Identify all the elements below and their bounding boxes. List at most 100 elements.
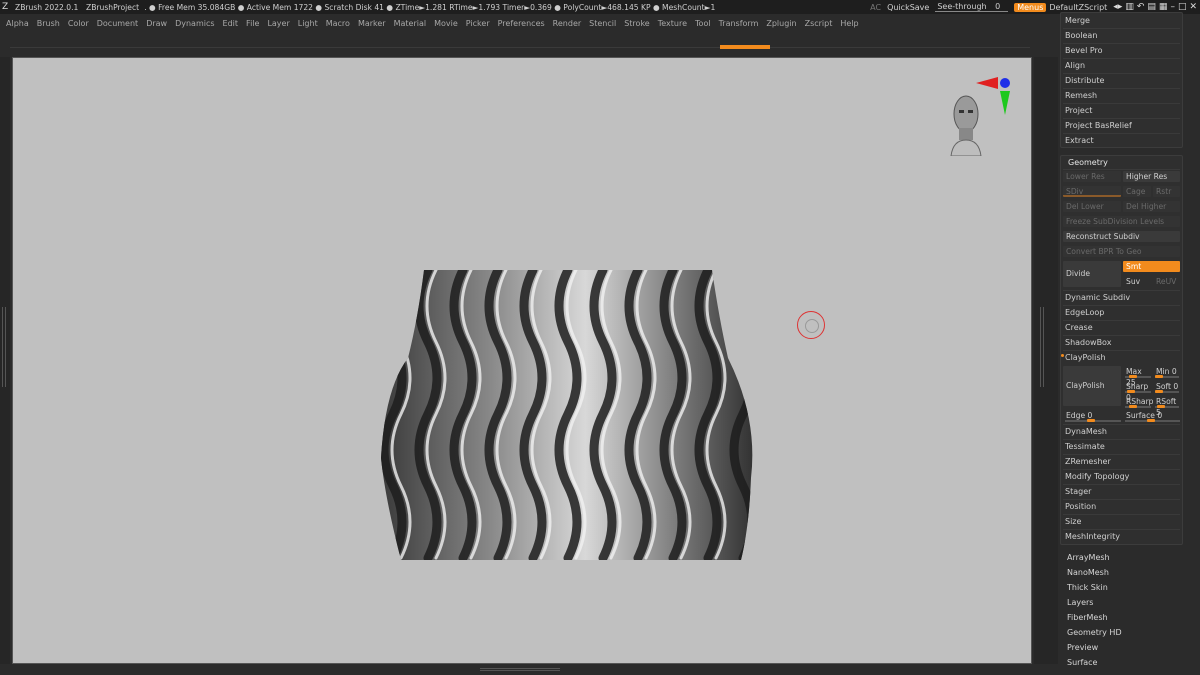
extract-button[interactable]: Extract: [1065, 136, 1094, 145]
menus-toggle[interactable]: Menus: [1014, 2, 1047, 12]
reuv-toggle[interactable]: ReUV: [1153, 276, 1180, 287]
see-through-slider[interactable]: See-through 0: [935, 2, 1009, 12]
menu-document[interactable]: Document: [97, 19, 138, 28]
menu-color[interactable]: Color: [68, 19, 89, 28]
boolean-button[interactable]: Boolean: [1065, 31, 1097, 40]
dynamic-subdiv-button[interactable]: Dynamic Subdiv: [1065, 293, 1130, 302]
position-button[interactable]: Position: [1065, 502, 1096, 511]
quicksave-button[interactable]: QuickSave: [887, 3, 929, 12]
stager-button[interactable]: Stager: [1065, 487, 1091, 496]
divide-button[interactable]: Divide: [1063, 261, 1121, 287]
menu-marker[interactable]: Marker: [358, 19, 386, 28]
tessimate-button[interactable]: Tessimate: [1065, 442, 1105, 451]
menu-light[interactable]: Light: [298, 19, 318, 28]
sdiv-slider[interactable]: SDiv: [1063, 186, 1121, 197]
menu-preferences[interactable]: Preferences: [498, 19, 545, 28]
zremesher-button[interactable]: ZRemesher: [1065, 457, 1111, 466]
document-canvas[interactable]: [12, 57, 1032, 664]
project-basrelief-button[interactable]: Project BasRelief: [1065, 121, 1132, 130]
menu-zplugin[interactable]: Zplugin: [766, 19, 796, 28]
geometry-hd-panel[interactable]: Geometry HD: [1067, 628, 1122, 637]
close-icon[interactable]: ✕: [1189, 2, 1197, 12]
meshintegrity-button[interactable]: MeshIntegrity: [1065, 532, 1120, 541]
convert-bpr-button[interactable]: Convert BPR To Geo: [1063, 246, 1180, 257]
claypolish-button[interactable]: ClayPolish: [1063, 366, 1121, 406]
rstr-button[interactable]: Rstr: [1153, 186, 1180, 197]
fibermesh-panel[interactable]: FiberMesh: [1067, 613, 1108, 622]
menu-render[interactable]: Render: [553, 19, 581, 28]
ac-label[interactable]: AC: [870, 3, 881, 12]
sharp-slider-knob[interactable]: [1127, 390, 1135, 393]
modify-topology-button[interactable]: Modify Topology: [1065, 472, 1129, 481]
minimize-icon[interactable]: –: [1170, 2, 1175, 12]
max-slider-knob[interactable]: [1129, 375, 1137, 378]
layers-panel[interactable]: Layers: [1067, 598, 1093, 607]
bottom-tray-handle[interactable]: [480, 668, 560, 671]
menu-macro[interactable]: Macro: [326, 19, 350, 28]
align-button[interactable]: Align: [1065, 61, 1085, 70]
menu-stroke[interactable]: Stroke: [624, 19, 650, 28]
edge-slider-knob[interactable]: [1087, 419, 1095, 422]
menu-help[interactable]: Help: [840, 19, 858, 28]
remesh-button[interactable]: Remesh: [1065, 91, 1097, 100]
distribute-button[interactable]: Distribute: [1065, 76, 1104, 85]
project-button[interactable]: Project: [1065, 106, 1092, 115]
panel-icon[interactable]: ▥: [1125, 2, 1134, 12]
claypolish-section[interactable]: ClayPolish: [1065, 353, 1106, 362]
axis-gizmo-icon[interactable]: [972, 75, 1012, 117]
layout-arrows-icon[interactable]: ◂▸: [1113, 2, 1122, 12]
rsharp-slider-knob[interactable]: [1129, 405, 1137, 408]
cage-button[interactable]: Cage: [1123, 186, 1151, 197]
doc-icon[interactable]: ▤: [1147, 2, 1156, 12]
menu-draw[interactable]: Draw: [146, 19, 167, 28]
geometry-title[interactable]: Geometry: [1068, 158, 1108, 167]
merge-button[interactable]: Merge: [1065, 16, 1090, 25]
menu-brush[interactable]: Brush: [37, 19, 60, 28]
undo-icon[interactable]: ↶: [1137, 2, 1145, 12]
min-slider-knob[interactable]: [1155, 375, 1163, 378]
menu-zscript[interactable]: Zscript: [805, 19, 833, 28]
rsoft-slider-knob[interactable]: [1157, 405, 1165, 408]
shadowbox-button[interactable]: ShadowBox: [1065, 338, 1111, 347]
menu-alpha[interactable]: Alpha: [6, 19, 29, 28]
maximize-icon[interactable]: □: [1178, 2, 1187, 12]
left-tray-handle[interactable]: [2, 307, 6, 387]
project-name: ZBrushProject: [86, 2, 140, 12]
thick-skin-panel[interactable]: Thick Skin: [1067, 583, 1108, 592]
reconstruct-subdiv-button[interactable]: Reconstruct Subdiv: [1063, 231, 1180, 242]
lower-res-button[interactable]: Lower Res: [1063, 171, 1121, 182]
dynamesh-button[interactable]: DynaMesh: [1065, 427, 1107, 436]
del-lower-button[interactable]: Del Lower: [1063, 201, 1121, 212]
menu-file[interactable]: File: [246, 19, 259, 28]
menu-stencil[interactable]: Stencil: [589, 19, 616, 28]
menu-tool[interactable]: Tool: [695, 19, 711, 28]
menu-picker[interactable]: Picker: [466, 19, 490, 28]
surface-slider-knob[interactable]: [1147, 419, 1155, 422]
default-zscript-button[interactable]: DefaultZScript: [1049, 3, 1107, 12]
preview-panel[interactable]: Preview: [1067, 643, 1098, 652]
wavy-pot-mesh[interactable]: [13, 58, 1032, 664]
size-button[interactable]: Size: [1065, 517, 1081, 526]
menu-transform[interactable]: Transform: [719, 19, 759, 28]
right-tray-handle[interactable]: [1040, 307, 1044, 387]
higher-res-button[interactable]: Higher Res: [1123, 171, 1180, 182]
menu-layer[interactable]: Layer: [267, 19, 289, 28]
active-shelf-tab[interactable]: [720, 45, 770, 49]
crease-button[interactable]: Crease: [1065, 323, 1093, 332]
nanomesh-panel[interactable]: NanoMesh: [1067, 568, 1109, 577]
layout-icon[interactable]: ▦: [1159, 2, 1168, 12]
freeze-subdivision-button[interactable]: Freeze SubDivision Levels: [1063, 216, 1180, 227]
menu-texture[interactable]: Texture: [658, 19, 687, 28]
edgeloop-button[interactable]: EdgeLoop: [1065, 308, 1104, 317]
menu-dynamics[interactable]: Dynamics: [175, 19, 214, 28]
arraymesh-panel[interactable]: ArrayMesh: [1067, 553, 1110, 562]
surface-panel[interactable]: Surface: [1067, 658, 1097, 667]
menu-movie[interactable]: Movie: [434, 19, 458, 28]
soft-slider-knob[interactable]: [1155, 390, 1163, 393]
del-higher-button[interactable]: Del Higher: [1123, 201, 1180, 212]
menu-edit[interactable]: Edit: [223, 19, 239, 28]
bevel-pro-button[interactable]: Bevel Pro: [1065, 46, 1103, 55]
suv-toggle[interactable]: Suv: [1123, 276, 1151, 287]
menu-material[interactable]: Material: [394, 19, 427, 28]
smt-toggle[interactable]: Smt: [1123, 261, 1180, 272]
